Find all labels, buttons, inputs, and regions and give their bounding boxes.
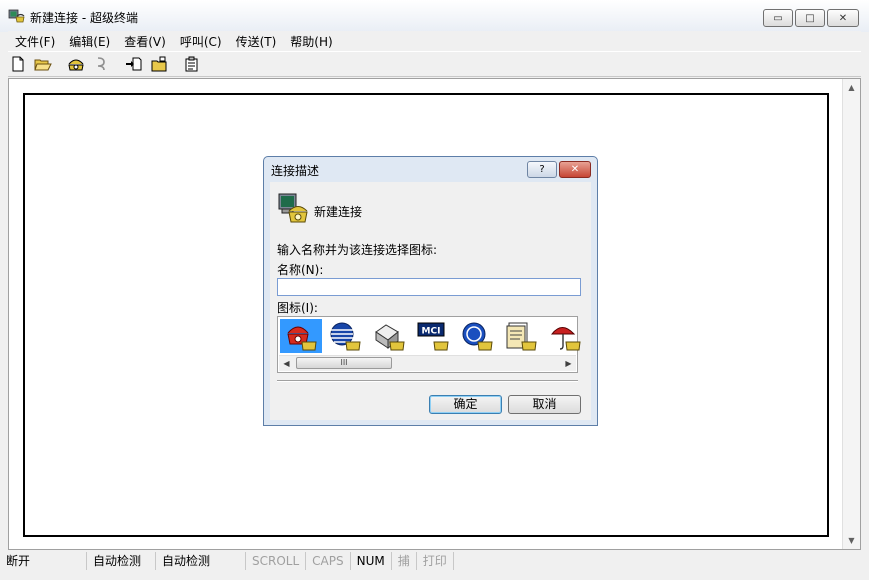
dialog-title: 连接描述	[271, 164, 320, 178]
send-file-icon	[126, 57, 142, 71]
cancel-button[interactable]: 取消	[508, 395, 581, 414]
maximize-icon: □	[805, 12, 815, 24]
open-folder-icon	[34, 59, 52, 71]
menu-call[interactable]: 呼叫(C)	[173, 31, 229, 49]
umbrella-phone-icon	[550, 327, 581, 351]
icon-option-red-phone[interactable]	[280, 319, 322, 353]
icon-option-mci-phone[interactable]: MCI	[412, 319, 454, 353]
globe-phone-icon	[330, 322, 361, 351]
svg-text:MCI: MCI	[422, 327, 441, 337]
open-button[interactable]	[33, 54, 53, 74]
scroll-down-icon[interactable]: ▼	[843, 532, 860, 549]
icon-option-globe-phone[interactable]	[324, 319, 366, 353]
receive-file-icon	[151, 56, 167, 72]
ok-button[interactable]: 确定	[429, 395, 502, 414]
status-connection: 断开	[0, 552, 87, 570]
status-detect-1: 自动检测	[87, 552, 156, 570]
mci-phone-icon: MCI	[417, 322, 449, 351]
new-connection-button[interactable]	[8, 54, 28, 74]
menu-file[interactable]: 文件(F)	[8, 31, 62, 49]
status-detect-2: 自动检测	[156, 552, 246, 570]
toolbar	[8, 51, 861, 77]
status-caps: CAPS	[306, 552, 351, 570]
maximize-button[interactable]: □	[795, 9, 825, 27]
menu-bar: 文件(F) 编辑(E) 查看(V) 呼叫(C) 传送(T) 帮助(H)	[8, 31, 861, 49]
icon-option-umbrella-phone[interactable]	[544, 319, 586, 353]
icon-label: 图标(I):	[277, 301, 318, 315]
status-print: 打印	[417, 552, 454, 570]
send-button[interactable]	[124, 54, 144, 74]
close-button[interactable]: ✕	[827, 9, 859, 27]
red-phone-icon	[287, 326, 317, 351]
new-file-icon	[12, 56, 24, 72]
status-capture: 捕	[392, 552, 417, 570]
title-bar[interactable]: 新建连接 - 超级终端 ▭ □ ✕	[0, 0, 869, 32]
dialog-controls: ? ✕	[527, 161, 591, 178]
ge-phone-icon	[462, 322, 493, 351]
disconnect-icon	[97, 57, 105, 71]
scroll-thumb[interactable]: III	[296, 357, 392, 369]
menu-help[interactable]: 帮助(H)	[283, 31, 339, 49]
icon-option-ge-phone[interactable]	[456, 319, 498, 353]
call-button[interactable]	[66, 54, 86, 74]
name-prompt: 输入名称并为该连接选择图标:	[277, 243, 438, 257]
dialog-divider	[277, 380, 578, 382]
dialog-heading: 新建连接	[314, 205, 363, 219]
disconnect-button[interactable]	[91, 54, 111, 74]
new-connection-icon	[278, 193, 308, 223]
menu-transfer[interactable]: 传送(T)	[229, 31, 284, 49]
dialog-body: 新建连接 输入名称并为该连接选择图标: 名称(N): 图标(I): MCI ◀ …	[270, 182, 591, 420]
menu-view[interactable]: 查看(V)	[117, 31, 173, 49]
window-title: 新建连接 - 超级终端	[30, 11, 138, 25]
icon-row: MCI	[280, 319, 588, 353]
status-num: NUM	[351, 552, 392, 570]
properties-button[interactable]	[182, 54, 202, 74]
scroll-up-icon[interactable]: ▲	[843, 79, 860, 96]
help-icon: ?	[539, 164, 545, 175]
icon-option-fax-phone[interactable]	[368, 319, 410, 353]
close-icon: ✕	[570, 164, 580, 175]
status-bar: 断开 自动检测 自动检测 SCROLL CAPS NUM 捕 打印	[0, 550, 869, 572]
scroll-right-icon[interactable]: ▶	[561, 356, 576, 371]
help-button[interactable]: ?	[527, 161, 557, 178]
receive-button[interactable]	[149, 54, 169, 74]
hyperterminal-app-icon	[8, 9, 25, 23]
icon-picker[interactable]: MCI ◀ III ▶	[277, 316, 581, 373]
scroll-left-icon[interactable]: ◀	[279, 356, 294, 371]
menu-edit[interactable]: 编辑(E)	[62, 31, 117, 49]
icon-picker-scrollbar[interactable]: ◀ III ▶	[279, 355, 576, 371]
fax-phone-icon	[375, 324, 405, 351]
hyperterminal-window: 新建连接 - 超级终端 ▭ □ ✕ 文件(F) 编辑(E) 查看(V) 呼叫(C…	[0, 0, 869, 580]
connection-name-input[interactable]	[277, 278, 581, 296]
properties-icon	[185, 56, 198, 72]
icon-option-document-phone[interactable]	[500, 319, 542, 353]
dialog-close-button[interactable]: ✕	[559, 161, 591, 178]
name-label: 名称(N):	[277, 263, 324, 277]
dial-phone-icon	[68, 59, 84, 71]
connection-description-dialog: 连接描述 ? ✕ 新建连接 输入名称并为该连接选择图标: 名称(N): 图标(I…	[263, 156, 598, 426]
vertical-scrollbar[interactable]: ▲ ▼	[842, 79, 860, 549]
close-icon: ✕	[838, 12, 848, 24]
window-controls: ▭ □ ✕	[763, 9, 859, 27]
status-scroll: SCROLL	[246, 552, 307, 570]
minimize-icon: ▭	[773, 12, 783, 24]
document-phone-icon	[506, 322, 537, 351]
minimize-button[interactable]: ▭	[763, 9, 793, 27]
